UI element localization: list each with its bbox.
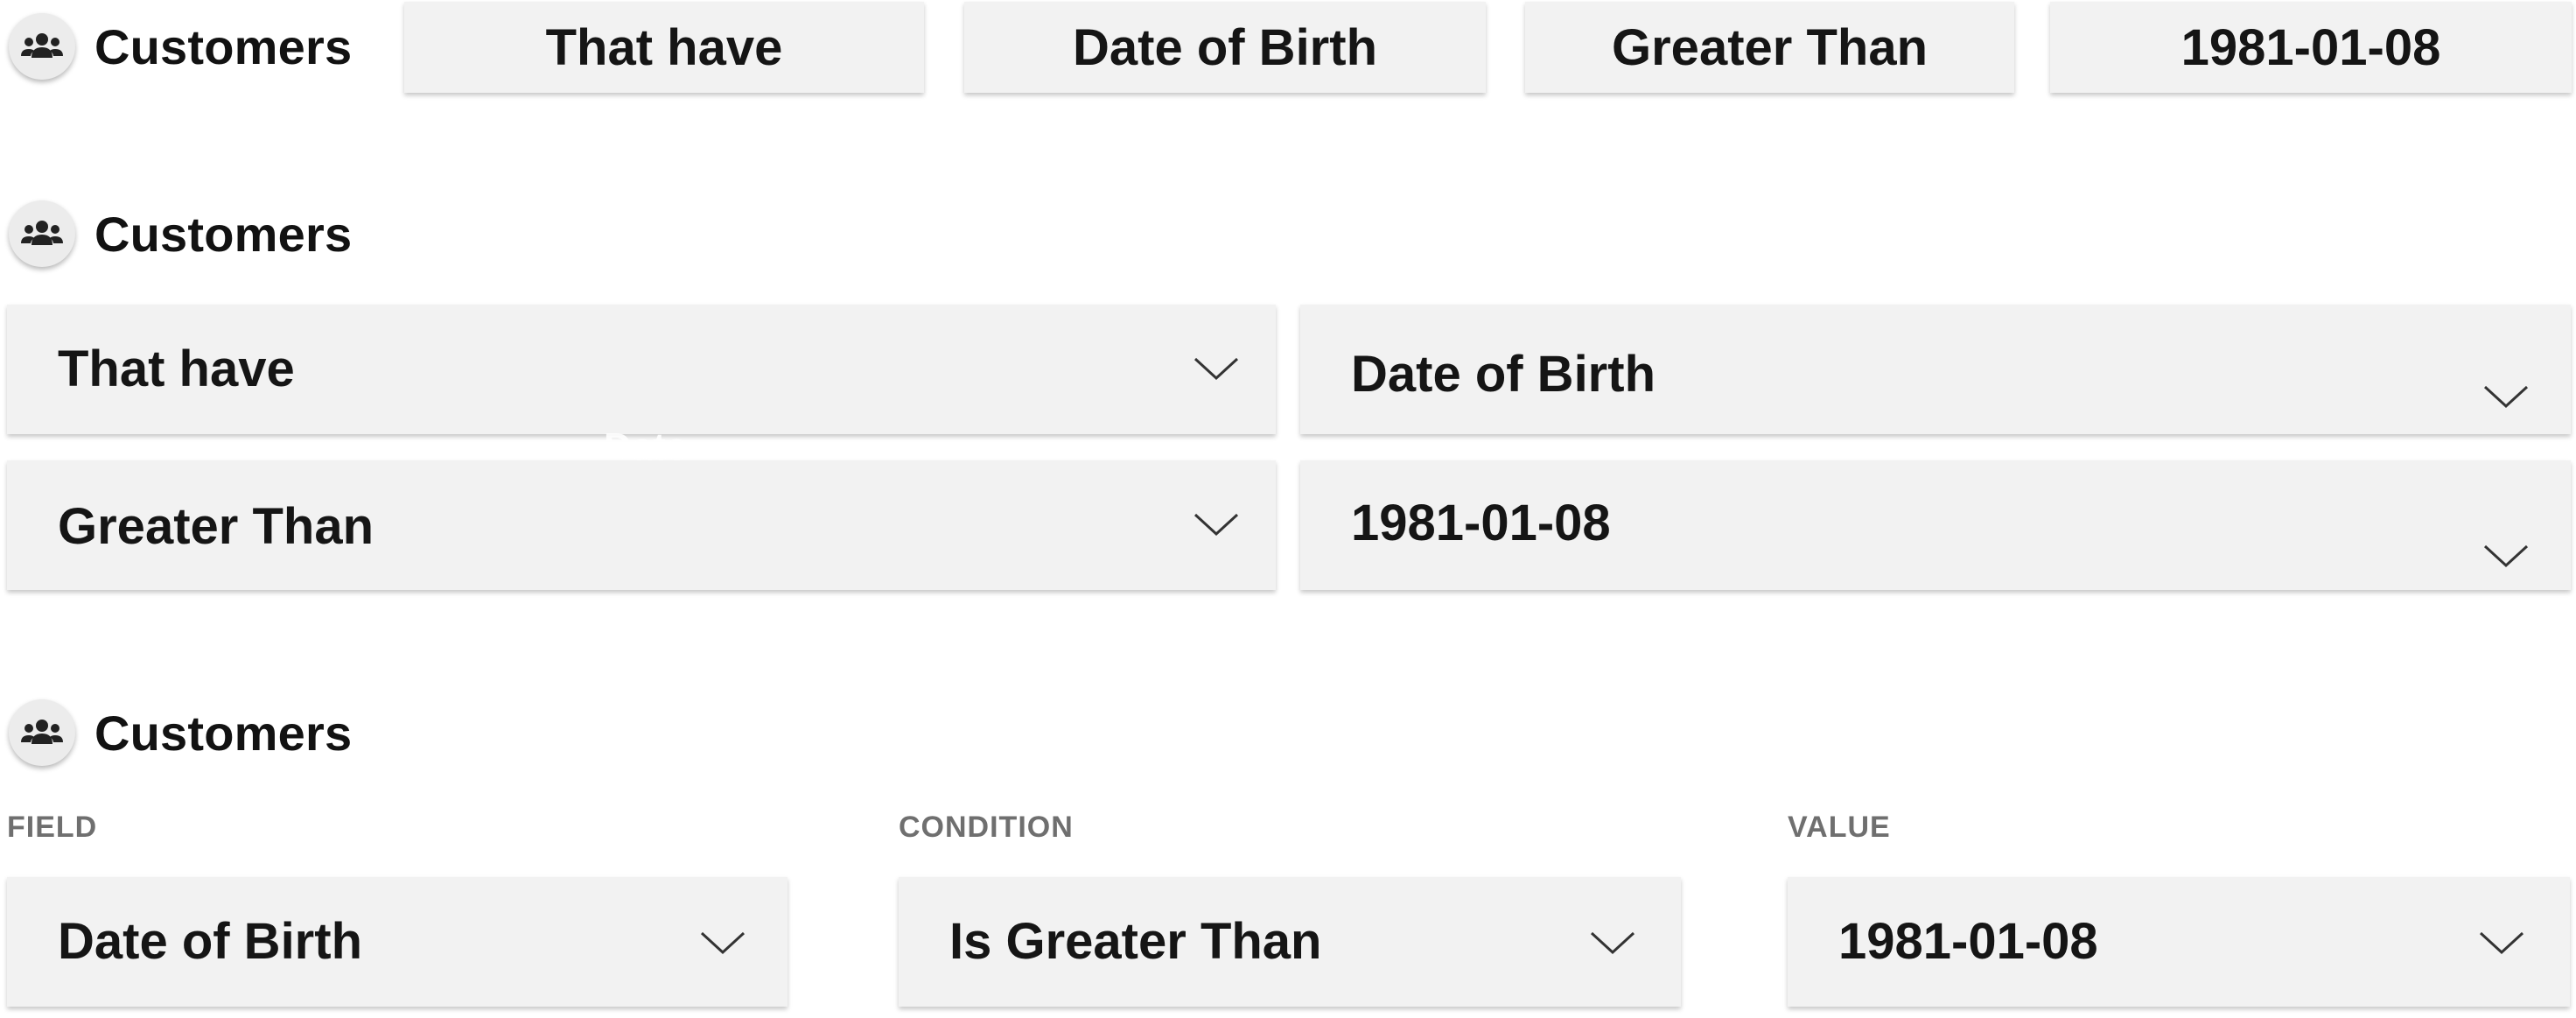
field-value: Date of Birth xyxy=(1351,346,1656,403)
that-have-pill[interactable]: That have xyxy=(404,2,924,93)
condition-select[interactable]: Is Greater Than xyxy=(899,877,1681,1007)
condition-value: Greater Than xyxy=(58,498,374,555)
chevron-down-icon xyxy=(2479,931,2524,955)
field-select-value: Date of Birth xyxy=(58,913,362,970)
value-pill[interactable]: 1981-01-08 xyxy=(2050,2,2572,93)
group-header-3: Customers xyxy=(9,692,352,774)
value-value: 1981-01-08 xyxy=(1351,495,1611,551)
condition-caption: CONDITION xyxy=(899,811,1074,844)
chevron-down-icon xyxy=(700,931,746,955)
that-have-dropdown[interactable]: That have xyxy=(7,305,1276,434)
condition-dropdown[interactable]: Greater Than xyxy=(7,460,1276,590)
that-have-value: That have xyxy=(58,341,295,397)
that-have-label: That have xyxy=(545,18,783,76)
condition-select-value: Is Greater Than xyxy=(949,913,1322,970)
chevron-down-icon xyxy=(2483,385,2529,409)
field-caption: FIELD xyxy=(7,811,98,844)
users-icon xyxy=(9,13,75,80)
users-icon xyxy=(9,699,75,766)
field-select[interactable]: Date of Birth xyxy=(7,877,788,1007)
field-pill[interactable]: Date of Birth xyxy=(964,2,1486,93)
condition-label-text: Greater Than xyxy=(1612,18,1928,76)
group-header-2: Customers xyxy=(9,193,352,275)
field-dropdown[interactable]: Date of Birth xyxy=(1300,305,2571,434)
value-label-text: 1981-01-08 xyxy=(2180,18,2441,76)
group-title: Customers xyxy=(94,705,353,761)
overlay-text: Date xyxy=(604,425,688,468)
value-caption: VALUE xyxy=(1788,811,1891,844)
chevron-down-icon xyxy=(1590,931,1635,955)
group-header-1: Customers xyxy=(9,5,352,88)
chevron-down-icon xyxy=(1194,357,1239,381)
value-select-value: 1981-01-08 xyxy=(1838,913,2098,970)
group-title: Customers xyxy=(94,206,353,262)
field-label-text: Date of Birth xyxy=(1073,18,1377,76)
chevron-down-icon xyxy=(2483,544,2529,568)
chevron-down-icon xyxy=(1194,513,1239,537)
value-select[interactable]: 1981-01-08 xyxy=(1788,877,2570,1007)
group-title: Customers xyxy=(94,18,353,74)
users-icon xyxy=(9,200,75,267)
condition-pill[interactable]: Greater Than xyxy=(1525,2,2014,93)
value-dropdown[interactable]: 1981-01-08 xyxy=(1300,460,2571,590)
